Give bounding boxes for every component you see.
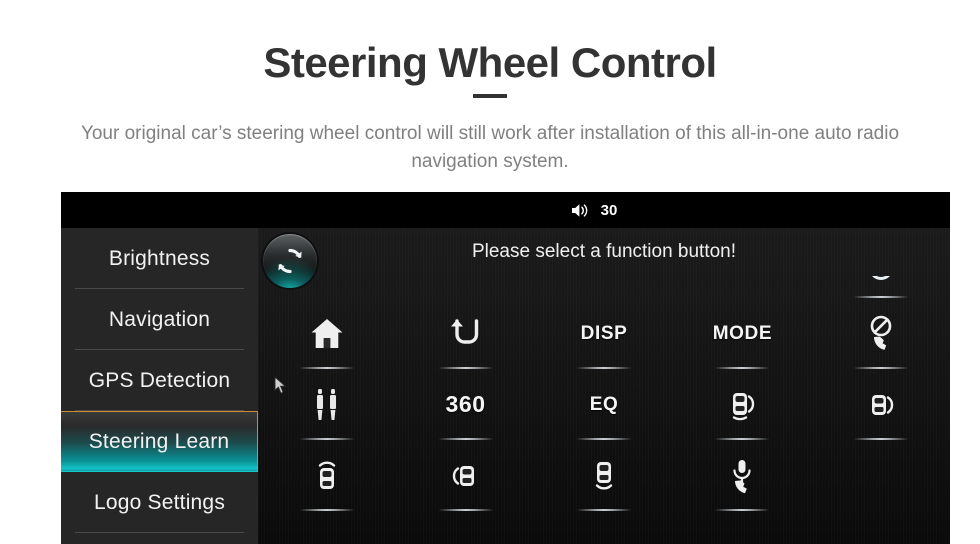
function-button-label: EQ xyxy=(589,394,619,415)
grid-row xyxy=(258,440,950,511)
title-divider xyxy=(473,94,507,98)
function-button-aux[interactable] xyxy=(258,369,396,440)
sidebar-item-navigation[interactable]: Navigation xyxy=(61,289,258,350)
sidebar-item-brightness[interactable]: Brightness xyxy=(61,228,258,289)
function-button-eq[interactable]: EQ xyxy=(535,369,673,440)
function-button-360[interactable]: 360 xyxy=(396,369,534,440)
sidebar-item-label: Brightness xyxy=(108,246,211,270)
function-button-voice-call[interactable] xyxy=(673,440,811,511)
hero-section: Steering Wheel Control Your original car… xyxy=(0,0,980,190)
function-button-car-left-sensor[interactable] xyxy=(396,440,534,511)
car-radio-screen: 30 Brightness Navigation GPS Detection S… xyxy=(61,192,950,544)
function-button-car-right-sensor[interactable] xyxy=(673,369,811,440)
grid-cell-empty xyxy=(396,276,534,298)
function-button-grid: DISP MODE 360 EQ xyxy=(258,276,950,544)
function-button-car-front-sensor[interactable] xyxy=(258,440,396,511)
grid-cell-empty xyxy=(258,276,396,298)
sidebar-item-label: GPS Detection xyxy=(88,368,231,392)
sidebar-item-label: Steering Learn xyxy=(88,429,230,453)
steering-wheel-partial-icon xyxy=(863,276,899,291)
hang-up-call-icon xyxy=(865,315,897,352)
function-button-back[interactable] xyxy=(396,298,534,369)
page-subtitle: Your original car’s steering wheel contr… xyxy=(80,123,900,172)
grid-row: DISP MODE xyxy=(258,298,950,369)
function-button-label: MODE xyxy=(712,323,773,344)
settings-sidebar: Brightness Navigation GPS Detection Stee… xyxy=(61,228,258,544)
function-prompt-text: Please select a function button! xyxy=(471,241,737,262)
car-right-sensor-icon xyxy=(725,387,759,423)
sidebar-item-label: Logo Settings xyxy=(93,490,226,514)
sidebar-item-gps-detection[interactable]: GPS Detection xyxy=(61,350,258,411)
status-bar: 30 xyxy=(61,192,950,228)
status-bar-center: 30 xyxy=(570,201,618,219)
car-rear-sensor-icon xyxy=(589,457,619,495)
grid-row xyxy=(258,276,950,298)
grid-cell-empty xyxy=(673,276,811,298)
aux-dual-plug-icon xyxy=(313,387,341,423)
function-button-disp[interactable]: DISP xyxy=(535,298,673,369)
function-button-steering-wheel-partial[interactable] xyxy=(812,276,950,298)
car-left-sensor-icon xyxy=(449,458,483,494)
function-button-mode[interactable]: MODE xyxy=(673,298,811,369)
function-button-car-rear-sensor[interactable] xyxy=(535,440,673,511)
screen-body: Brightness Navigation GPS Detection Stee… xyxy=(61,228,950,544)
function-button-label: DISP xyxy=(580,323,628,344)
grid-cell-empty xyxy=(812,440,950,511)
volume-level-value: 30 xyxy=(600,201,618,219)
function-button-car-right-sensor-alt[interactable] xyxy=(812,369,950,440)
page-title: Steering Wheel Control xyxy=(263,39,717,86)
grid-cell-empty xyxy=(535,276,673,298)
sidebar-item-label: Navigation xyxy=(108,307,211,331)
function-button-hang-up[interactable] xyxy=(812,298,950,369)
page-root: Steering Wheel Control Your original car… xyxy=(0,0,980,544)
home-icon xyxy=(309,317,345,350)
microphone-call-icon xyxy=(727,457,757,495)
car-right-sensor-alt-icon xyxy=(864,387,898,423)
back-return-arrow-icon xyxy=(448,317,484,350)
steering-learn-panel: Please select a function button! DISP MO… xyxy=(258,228,950,544)
function-button-label: 360 xyxy=(445,391,486,417)
car-front-sensor-icon xyxy=(312,457,342,495)
sidebar-item-logo-settings[interactable]: Logo Settings xyxy=(61,472,258,533)
sidebar-item-steering-learn[interactable]: Steering Learn xyxy=(61,411,258,472)
speaker-volume-icon[interactable] xyxy=(570,202,589,219)
function-button-home[interactable] xyxy=(258,298,396,369)
grid-row: 360 EQ xyxy=(258,369,950,440)
